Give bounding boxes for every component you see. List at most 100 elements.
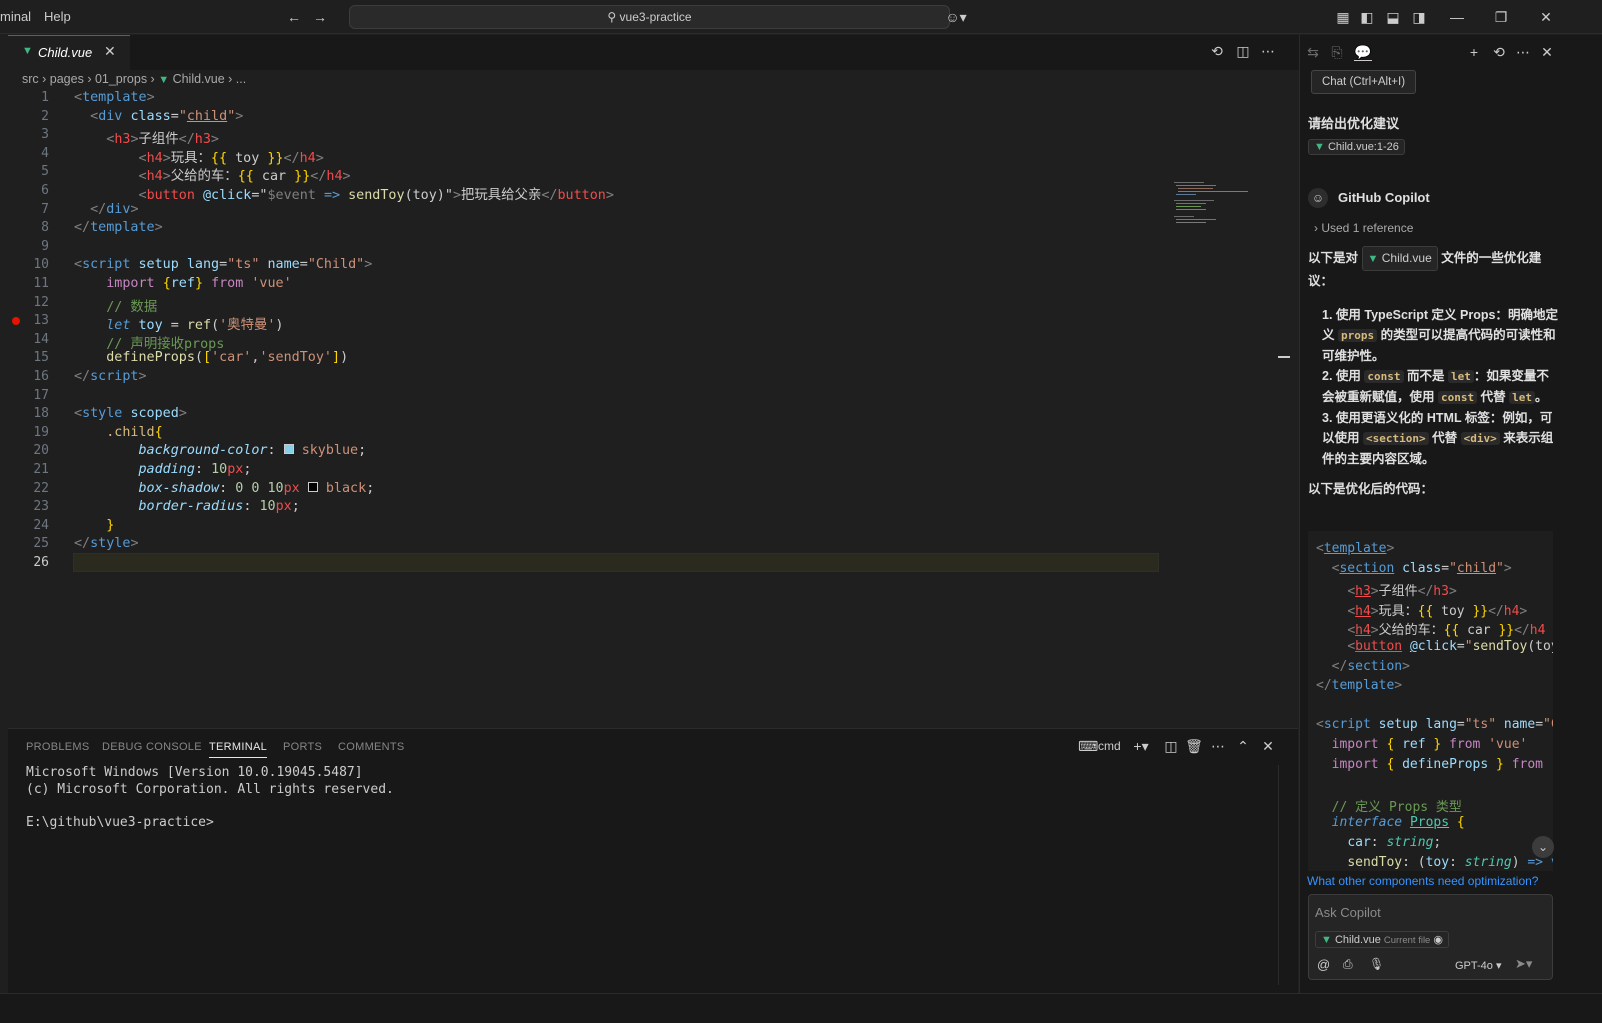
tab-comments[interactable]: COMMENTS xyxy=(338,741,405,753)
breadcrumb-pages[interactable]: pages xyxy=(50,72,84,86)
toggle-primary-sidebar-icon[interactable]: ◧ xyxy=(1358,8,1376,26)
code-block[interactable]: <template> <section class="child"> <h3>子… xyxy=(1308,531,1553,871)
color-swatch[interactable] xyxy=(307,481,318,492)
code-line: <h4>父给的车：{{ car }}</h4 xyxy=(1347,623,1546,639)
microphone-icon[interactable]: 🎙 xyxy=(1369,957,1384,971)
breadcrumb-folder[interactable]: 01_props xyxy=(95,72,147,86)
code-line: <div class="child"> xyxy=(90,108,244,124)
line-number: 9 xyxy=(41,238,49,254)
line-number: 20 xyxy=(33,443,49,459)
chat-edit-icon[interactable]: ⎘ xyxy=(1328,43,1346,61)
new-chat-icon[interactable]: + xyxy=(1465,43,1483,61)
code-line: defineProps(['car','sendToy']) xyxy=(106,350,349,366)
tab-problems[interactable]: PROBLEMS xyxy=(26,741,90,753)
copilot-avatar: ☺ xyxy=(1308,188,1328,208)
chat-icon[interactable]: 💬 xyxy=(1354,43,1372,61)
new-terminal-icon[interactable]: +▾ xyxy=(1128,737,1154,755)
copilot-menu-icon[interactable]: ☺▾ xyxy=(942,8,970,26)
tab-debug-console[interactable]: DEBUG CONSOLE xyxy=(102,741,202,753)
tab-ports[interactable]: PORTS xyxy=(283,741,322,753)
code-line: box-shadow: 0 0 10px black; xyxy=(138,480,375,496)
send-icon[interactable]: ➤▾ xyxy=(1515,956,1532,972)
file-chip[interactable]: ▼ Child.vue xyxy=(1361,246,1438,271)
line-number: 25 xyxy=(33,536,49,552)
line-number: 6 xyxy=(41,183,49,198)
terminal-prompt[interactable]: E:\github\vue3-practice> xyxy=(26,815,214,830)
suggested-followup[interactable]: What other components need optimization? xyxy=(1307,874,1538,888)
forward-arrow-icon[interactable]: → xyxy=(311,8,329,26)
line-number: 22 xyxy=(33,480,49,496)
minimize-icon[interactable]: — xyxy=(1448,8,1466,26)
code-editor[interactable]: 1 2 3 4 5 6 7 8 9 10 11 12 13 14 15 16 17 18 19 20 21 22 23 24 2… xyxy=(8,90,1298,742)
used-reference-toggle[interactable]: › Used 1 reference xyxy=(1314,221,1413,235)
tab-terminal[interactable]: TERMINAL xyxy=(209,741,268,758)
line-number: 4 xyxy=(41,145,49,161)
code-line: border-radius: 10px; xyxy=(138,499,300,515)
context-file-chip[interactable]: ▼ Child.vue Current file ◉ xyxy=(1315,931,1450,948)
tab-child-vue[interactable]: ▼ Child.vue ✕ xyxy=(8,35,130,70)
menu-terminal[interactable]: minal xyxy=(0,9,31,24)
code-line: import {ref} from 'vue' xyxy=(106,276,292,291)
terminal-scrollbar[interactable] xyxy=(1278,765,1290,985)
code-line: import { ref } from 'vue' xyxy=(1331,737,1528,752)
split-terminal-icon[interactable]: ◫ xyxy=(1162,737,1180,755)
breadcrumb-file[interactable]: Child.vue xyxy=(173,72,225,86)
line-number: 7 xyxy=(41,201,49,217)
attach-icon[interactable]: ⎙ xyxy=(1343,957,1353,972)
list-item: 1. 使用 TypeScript 定义 Props：明确地定义 props 的类… xyxy=(1322,308,1558,363)
history-icon[interactable]: ⟲ xyxy=(1490,43,1508,61)
chat-history-icon[interactable]: ⇆ xyxy=(1304,43,1322,61)
code-line: <h4>玩具：{{ toy }}</h4> xyxy=(1347,603,1528,619)
toggle-panel-icon[interactable]: ⬓ xyxy=(1384,8,1402,26)
code-line: <button @click="$event => sendToy(toy)">… xyxy=(138,188,614,203)
more-actions-icon[interactable]: ⋯ xyxy=(1209,737,1227,755)
search-icon: ⚲ xyxy=(607,10,617,24)
code-line: <template> xyxy=(1316,541,1395,556)
line-number: 2 xyxy=(41,108,49,124)
toggle-secondary-sidebar-icon[interactable]: ◨ xyxy=(1410,8,1428,26)
breadcrumb: src › pages › 01_props › ▼ Child.vue › .… xyxy=(22,72,247,86)
chevron-right-icon: › xyxy=(1314,221,1318,235)
code-line: let toy = ref('奥特曼') xyxy=(106,318,284,334)
list-item: 3. 使用更语义化的 HTML 标签：例如，可以使用 <section> 代替 … xyxy=(1322,411,1554,466)
more-actions-icon[interactable]: ⋯ xyxy=(1514,43,1532,61)
code-line: </section> xyxy=(1331,658,1410,674)
minimap[interactable] xyxy=(1172,180,1252,230)
at-mention-icon[interactable]: @ xyxy=(1317,957,1330,972)
code-line: <h3>子组件</h3> xyxy=(106,132,219,148)
line-number: 8 xyxy=(41,220,49,236)
trash-icon[interactable]: 🗑 xyxy=(1185,737,1203,755)
line-number: 18 xyxy=(33,406,49,422)
close-chat-icon[interactable]: ✕ xyxy=(1538,43,1556,61)
code-line: .child{ xyxy=(106,424,163,440)
close-panel-icon[interactable]: ✕ xyxy=(1259,737,1277,755)
timeline-icon[interactable]: ⟲ xyxy=(1208,42,1226,60)
code-line: } xyxy=(106,517,115,533)
customize-layout-icon[interactable]: ▦ xyxy=(1334,8,1352,26)
code-line: </template> xyxy=(1316,678,1403,694)
color-swatch[interactable] xyxy=(283,444,294,455)
shell-label[interactable]: cmd xyxy=(1098,739,1121,753)
breadcrumb-src[interactable]: src xyxy=(22,72,39,86)
current-line-highlight xyxy=(73,553,1159,572)
command-center-search[interactable]: ⚲ vue3-practice xyxy=(349,5,950,29)
breadcrumb-more[interactable]: ... xyxy=(236,72,246,86)
code-line: padding: 10px; xyxy=(138,462,252,477)
tab-close-icon[interactable]: ✕ xyxy=(104,43,116,60)
back-arrow-icon[interactable]: ← xyxy=(285,8,303,26)
vue-file-icon: ▼ xyxy=(1321,934,1332,946)
line-number: 3 xyxy=(41,127,49,143)
split-editor-icon[interactable]: ◫ xyxy=(1234,42,1252,60)
reference-chip[interactable]: ▼ Child.vue:1-26 xyxy=(1308,138,1405,155)
assistant-response: 以下是对 ▼ Child.vue 文件的一些优化建议： 1. 使用 TypeSc… xyxy=(1308,246,1558,499)
scroll-down-icon[interactable]: ⌄ xyxy=(1532,836,1554,858)
restore-icon[interactable]: ❐ xyxy=(1492,8,1510,26)
optimized-heading: 以下是优化后的代码： xyxy=(1308,482,1434,496)
ask-copilot-input[interactable]: Ask Copilot ▼ Child.vue Current file ◉ @… xyxy=(1308,894,1553,980)
close-window-icon[interactable]: ✕ xyxy=(1537,8,1555,26)
more-actions-icon[interactable]: ⋯ xyxy=(1259,42,1277,60)
menu-help[interactable]: Help xyxy=(44,9,71,24)
model-picker[interactable]: GPT-4o ▾ xyxy=(1455,959,1501,972)
maximize-panel-icon[interactable]: ⌃ xyxy=(1234,737,1252,755)
eye-icon[interactable]: ◉ xyxy=(1433,934,1443,946)
